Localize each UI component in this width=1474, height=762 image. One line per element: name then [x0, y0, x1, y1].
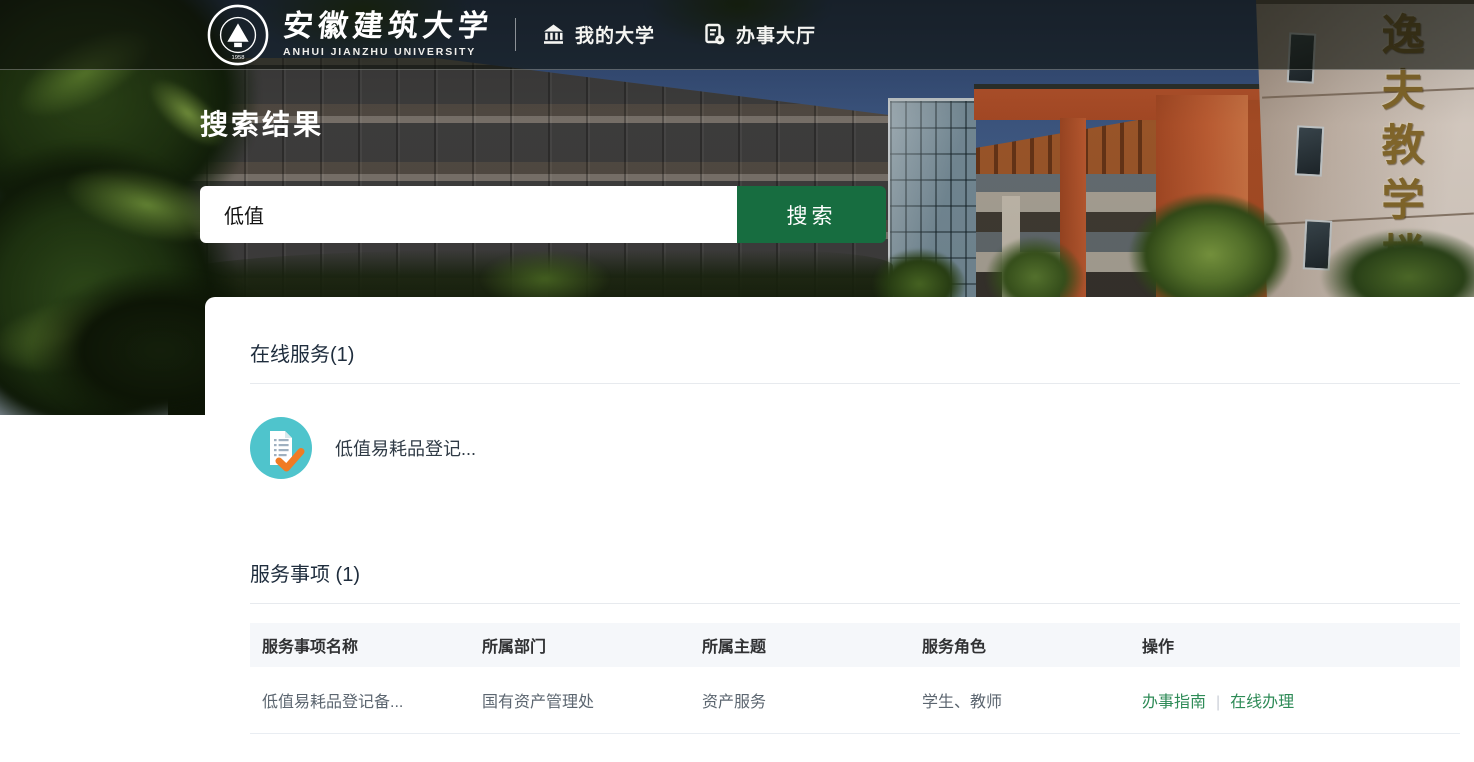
nav-item-label: 办事大厅	[736, 21, 816, 48]
column-header-department: 所属部门	[470, 623, 690, 667]
cell-roles: 学生、教师	[910, 667, 1130, 733]
service-hall-icon	[703, 23, 726, 46]
cell-actions: 办事指南 | 在线办理	[1130, 667, 1460, 733]
cell-department: 国有资产管理处	[470, 667, 690, 733]
cell-topic: 资产服务	[690, 667, 910, 733]
university-name-en: ANHUI JIANZHU UNIVERSITY	[283, 46, 493, 58]
online-service-item[interactable]: 低值易耗品登记...	[250, 417, 476, 479]
document-check-icon	[250, 417, 312, 479]
online-services-heading: 在线服务(1)	[250, 344, 1460, 384]
search-button[interactable]: 搜索	[737, 186, 886, 243]
nav-item-service-hall[interactable]: 办事大厅	[703, 21, 816, 48]
university-seal-logo[interactable]: 1958	[207, 4, 269, 66]
column-header-name: 服务事项名称	[250, 623, 470, 667]
service-items-heading: 服务事项 (1)	[250, 564, 1460, 604]
nav-item-label: 我的大学	[575, 21, 655, 48]
service-items-table: 服务事项名称 所属部门 所属主题 服务角色 操作 低值易耗品登记备... 国有资…	[250, 623, 1460, 734]
guide-link[interactable]: 办事指南	[1142, 694, 1206, 711]
action-separator: |	[1216, 694, 1220, 711]
nav-item-my-university[interactable]: 我的大学	[542, 21, 655, 48]
bank-icon	[542, 23, 565, 46]
page-title: 搜索结果	[200, 103, 324, 143]
service-items-section: 服务事项 (1) 服务事项名称 所属部门 所属主题 服务角色 操作 低值易耗品登…	[250, 564, 1460, 734]
search-results-card: 在线服务(1) 低值易耗品登记... 服务事项 (1)	[205, 297, 1474, 762]
logo-year: 1958	[232, 55, 245, 61]
header-divider	[515, 18, 516, 51]
university-name-block[interactable]: 安徽建筑大学 ANHUI JIANZHU UNIVERSITY	[283, 11, 493, 59]
table-header-row: 服务事项名称 所属部门 所属主题 服务角色 操作	[250, 623, 1460, 667]
university-name-cn: 安徽建筑大学	[281, 11, 494, 43]
table-row: 低值易耗品登记备... 国有资产管理处 资产服务 学生、教师 办事指南 | 在线办理	[250, 667, 1460, 733]
online-services-section: 在线服务(1) 低值易耗品登记...	[250, 344, 1460, 479]
online-service-label: 低值易耗品登记...	[335, 435, 476, 461]
search-input[interactable]	[200, 186, 737, 243]
top-header-bar: 1958 安徽建筑大学 ANHUI JIANZHU UNIVERSITY 我的大…	[0, 0, 1474, 70]
online-handle-link[interactable]: 在线办理	[1230, 694, 1294, 711]
column-header-roles: 服务角色	[910, 623, 1130, 667]
column-header-actions: 操作	[1130, 623, 1460, 667]
column-header-topic: 所属主题	[690, 623, 910, 667]
search-bar: 搜索	[200, 186, 886, 243]
cell-service-name: 低值易耗品登记备...	[250, 667, 470, 733]
